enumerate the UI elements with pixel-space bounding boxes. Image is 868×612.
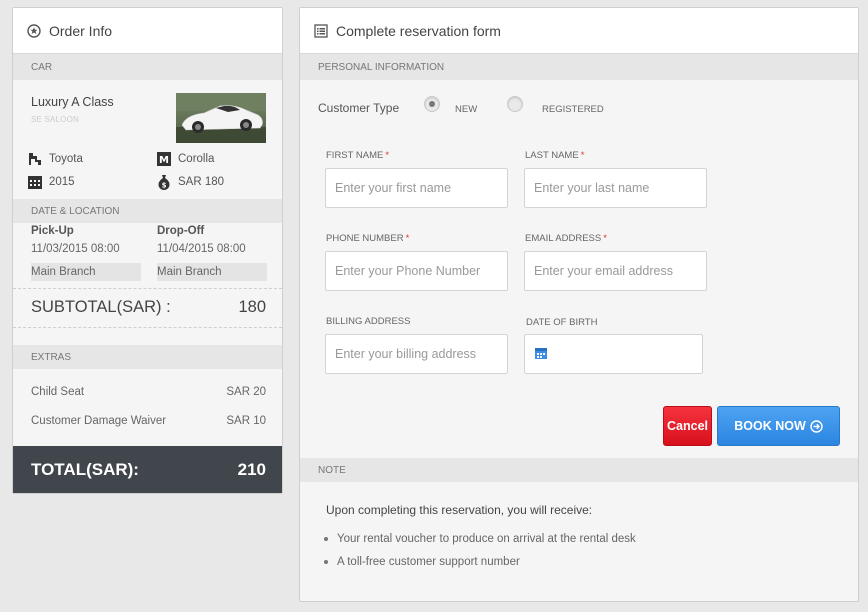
email-label: EMAIL ADDRESS *	[525, 233, 607, 244]
total-bar: TOTAL(SAR): 210	[13, 446, 282, 493]
car-section-header: CAR	[13, 54, 282, 80]
reservation-form-title: Complete reservation form	[336, 22, 501, 39]
calendar-icon	[27, 174, 43, 190]
first-name-label: FIRST NAME *	[326, 150, 390, 161]
reservation-form-header: Complete reservation form	[300, 8, 858, 54]
dropoff-date: 11/04/2015 08:00	[157, 243, 246, 255]
personal-info-header: PERSONAL INFORMATION	[300, 54, 858, 80]
dropoff-label: Drop-Off	[157, 225, 205, 237]
radio-registered-label[interactable]: REGISTERED	[542, 104, 604, 115]
order-info-panel: Order Info CAR Luxury A Class SE SALOON …	[12, 7, 283, 494]
svg-text:M: M	[159, 155, 169, 166]
radio-registered[interactable]	[507, 96, 523, 112]
car-subtitle: SE SALOON	[31, 115, 80, 124]
subtotal-value: 180	[238, 298, 266, 316]
wrench-car-icon	[27, 151, 43, 167]
car-model: M Corolla	[156, 151, 214, 167]
cancel-button[interactable]: Cancel	[663, 406, 712, 446]
last-name-field[interactable]	[524, 168, 707, 208]
list-item: A toll-free customer support number	[324, 555, 636, 569]
dob-label: DATE OF BIRTH	[526, 317, 598, 328]
subtotal-label: SUBTOTAL(SAR) :	[31, 298, 171, 316]
list-item: Your rental voucher to produce on arriva…	[324, 532, 636, 546]
note-intro: Upon completing this reservation, you wi…	[326, 503, 593, 517]
car-brand: Toyota	[27, 151, 83, 167]
calendar-icon[interactable]	[534, 346, 548, 363]
radio-new[interactable]	[424, 96, 440, 112]
list-icon	[314, 23, 328, 38]
radio-selected-dot	[429, 101, 435, 107]
car-price: $ SAR 180	[156, 174, 224, 190]
pickup-date: 11/03/2015 08:00	[31, 243, 120, 255]
radio-new-label[interactable]: NEW	[455, 104, 477, 115]
extra-value: SAR 20	[226, 386, 266, 398]
arrow-circle-right-icon	[810, 419, 823, 433]
star-circle-icon	[27, 23, 41, 38]
extra-label: Child Seat	[31, 386, 85, 398]
last-name-label: LAST NAME *	[525, 150, 585, 161]
total-value: 210	[237, 459, 266, 479]
billing-label: BILLING ADDRESS	[326, 316, 411, 327]
note-list: Your rental voucher to produce on arriva…	[324, 532, 636, 578]
reservation-form-panel: Complete reservation form PERSONAL INFOR…	[299, 7, 859, 602]
divider	[13, 327, 282, 328]
order-info-title: Order Info	[49, 22, 113, 39]
extra-label: Customer Damage Waiver	[31, 415, 167, 427]
note-header: NOTE	[300, 458, 858, 482]
order-info-header: Order Info	[13, 8, 282, 54]
email-field[interactable]	[524, 251, 707, 291]
extra-value: SAR 10	[226, 415, 266, 427]
car-year: 2015	[27, 174, 75, 190]
phone-label: PHONE NUMBER *	[326, 233, 410, 244]
divider	[13, 288, 282, 289]
total-label: TOTAL(SAR):	[31, 459, 139, 479]
date-of-birth-field[interactable]	[524, 334, 703, 374]
billing-address-field[interactable]	[325, 334, 508, 374]
money-bag-icon: $	[156, 174, 172, 190]
dropoff-branch: Main Branch	[157, 263, 267, 281]
car-image	[176, 93, 266, 143]
svg-text:$: $	[162, 182, 167, 190]
model-m-icon: M	[156, 151, 172, 167]
extras-header: EXTRAS	[13, 345, 282, 369]
phone-field[interactable]	[325, 251, 508, 291]
car-name: Luxury A Class	[31, 95, 114, 109]
date-location-header: DATE & LOCATION	[13, 199, 282, 223]
first-name-field[interactable]	[325, 168, 508, 208]
pickup-label: Pick-Up	[31, 225, 74, 237]
customer-type-label: Customer Type	[318, 101, 400, 115]
pickup-branch: Main Branch	[31, 263, 141, 281]
book-now-button[interactable]: BOOK NOW	[717, 406, 840, 446]
